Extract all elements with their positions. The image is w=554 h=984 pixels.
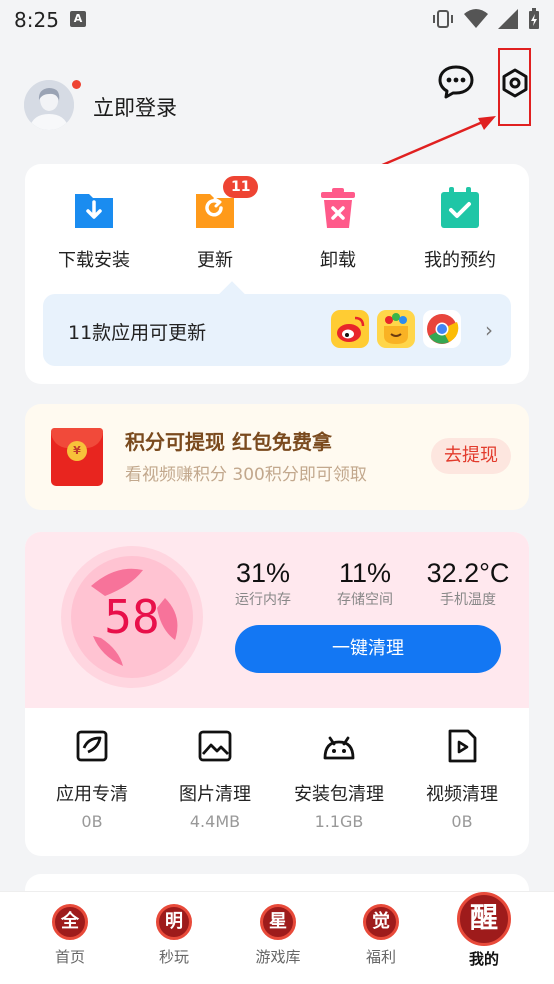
nav-game-library[interactable]: 星 游戏库	[233, 904, 323, 967]
stat-temperature: 32.2°C 手机温度	[418, 558, 518, 609]
profile-header: 立即登录	[0, 40, 554, 168]
chrome-app-icon	[423, 310, 461, 348]
app-clean-icon	[76, 730, 108, 762]
chevron-right-icon: ›	[485, 318, 493, 342]
phone-cleaner-card: 58 31% 运行内存 11% 存储空间 32.2°C 手机温度 一键清理 应用…	[25, 532, 529, 856]
stat-storage: 11% 存储空间	[315, 558, 415, 609]
package-clean-tool[interactable]: 安装包清理 1.1GB	[279, 728, 399, 831]
quick-label: 我的预约	[424, 250, 496, 271]
nav-label: 首页	[54, 948, 85, 966]
login-link[interactable]: 立即登录	[93, 92, 177, 122]
nav-welfare[interactable]: 觉 福利	[336, 904, 426, 967]
system-icons	[432, 8, 540, 30]
one-click-clean-button[interactable]: 一键清理	[235, 625, 501, 673]
image-clean-icon	[198, 730, 232, 762]
uninstall-icon	[321, 188, 355, 228]
message-button[interactable]	[437, 64, 475, 100]
image-clean-tool[interactable]: 图片清理 4.4MB	[155, 728, 275, 831]
tool-label: 安装包清理	[294, 784, 384, 805]
video-clean-icon	[448, 729, 477, 763]
video-clean-tool[interactable]: 视频清理 0B	[402, 728, 522, 831]
stat-label: 存储空间	[337, 592, 393, 608]
my-reservation-button[interactable]: 我的预约	[405, 186, 515, 272]
update-count-badge: 11	[223, 176, 259, 198]
promo-card[interactable]: ¥ 积分可提现 红包免费拿 看视频赚积分 300积分即可领取 去提现	[25, 404, 529, 510]
quick-actions-card: 下载安装 11 更新 卸载 我的预约 11款应用可更新 ›	[25, 164, 529, 384]
updates-available-bar[interactable]: 11款应用可更新 ›	[43, 281, 511, 366]
stat-label: 手机温度	[440, 592, 496, 608]
nav-label: 我的	[468, 950, 499, 968]
update-button[interactable]: 11 更新	[160, 176, 270, 272]
tool-label: 应用专清	[56, 784, 128, 805]
nav-instant-play[interactable]: 明 秒玩	[129, 904, 219, 967]
avatar-person-icon	[24, 80, 74, 130]
stat-value: 31%	[235, 558, 291, 588]
bottom-navigation: 全 首页 明 秒玩 星 游戏库 觉 福利 醒 我的	[0, 891, 554, 984]
quick-label: 更新	[197, 250, 233, 271]
package-clean-icon	[323, 736, 355, 760]
reservation-icon	[441, 187, 479, 228]
health-score-gauge[interactable]: 58	[61, 546, 203, 688]
tool-label: 图片清理	[179, 784, 251, 805]
quick-label: 下载安装	[58, 250, 130, 271]
health-score: 58	[104, 590, 160, 644]
signal-icon	[498, 9, 518, 29]
settings-button[interactable]	[498, 48, 531, 126]
app-clean-tool[interactable]: 应用专清 0B	[32, 728, 152, 831]
promo-title: 积分可提现 红包免费拿	[125, 430, 332, 454]
stat-label: 运行内存	[235, 592, 291, 608]
stat-value: 11%	[338, 558, 392, 588]
cleaner-summary: 58 31% 运行内存 11% 存储空间 32.2°C 手机温度 一键清理	[25, 532, 529, 708]
settings-icon	[502, 68, 528, 98]
meipai-app-icon	[377, 310, 415, 348]
weibo-app-icon	[331, 310, 369, 348]
avatar[interactable]	[24, 80, 74, 130]
notification-icon: A	[70, 11, 86, 27]
nav-label: 游戏库	[255, 948, 301, 966]
stat-value: 32.2°C	[426, 558, 510, 588]
tool-size: 0B	[81, 812, 103, 831]
annotation-arrow	[379, 116, 496, 168]
battery-icon	[529, 8, 539, 29]
wifi-icon	[464, 9, 488, 28]
status-time: 8:25	[14, 8, 59, 32]
tool-label: 视频清理	[426, 784, 498, 805]
update-app-icons	[331, 310, 461, 348]
home-icon: 全	[52, 904, 88, 940]
vibrate-icon	[433, 10, 453, 28]
withdraw-button[interactable]: 去提现	[431, 438, 511, 474]
stat-memory: 31% 运行内存	[213, 558, 313, 609]
instant-play-icon: 明	[156, 904, 192, 940]
status-bar: 8:25 A	[0, 0, 554, 40]
tool-size: 4.4MB	[189, 812, 241, 831]
message-icon	[438, 65, 474, 99]
promo-subtitle: 看视频赚积分 300积分即可领取	[125, 465, 367, 485]
mine-icon: 醒	[457, 892, 511, 946]
nav-mine[interactable]: 醒 我的	[439, 892, 529, 969]
welfare-icon: 觉	[363, 904, 399, 940]
download-install-button[interactable]: 下载安装	[39, 186, 149, 272]
tool-size: 1.1GB	[314, 812, 364, 831]
nav-home[interactable]: 全 首页	[25, 904, 115, 967]
nav-label: 福利	[365, 948, 396, 966]
quick-label: 卸载	[320, 250, 356, 271]
nav-label: 秒玩	[158, 948, 189, 966]
updates-available-text: 11款应用可更新	[68, 322, 207, 344]
uninstall-button[interactable]: 卸载	[283, 186, 393, 272]
tool-size: 0B	[451, 812, 473, 831]
game-library-icon: 星	[260, 904, 296, 940]
red-envelope-icon: ¥	[51, 428, 103, 486]
unread-dot	[72, 80, 81, 89]
download-icon	[75, 194, 113, 228]
